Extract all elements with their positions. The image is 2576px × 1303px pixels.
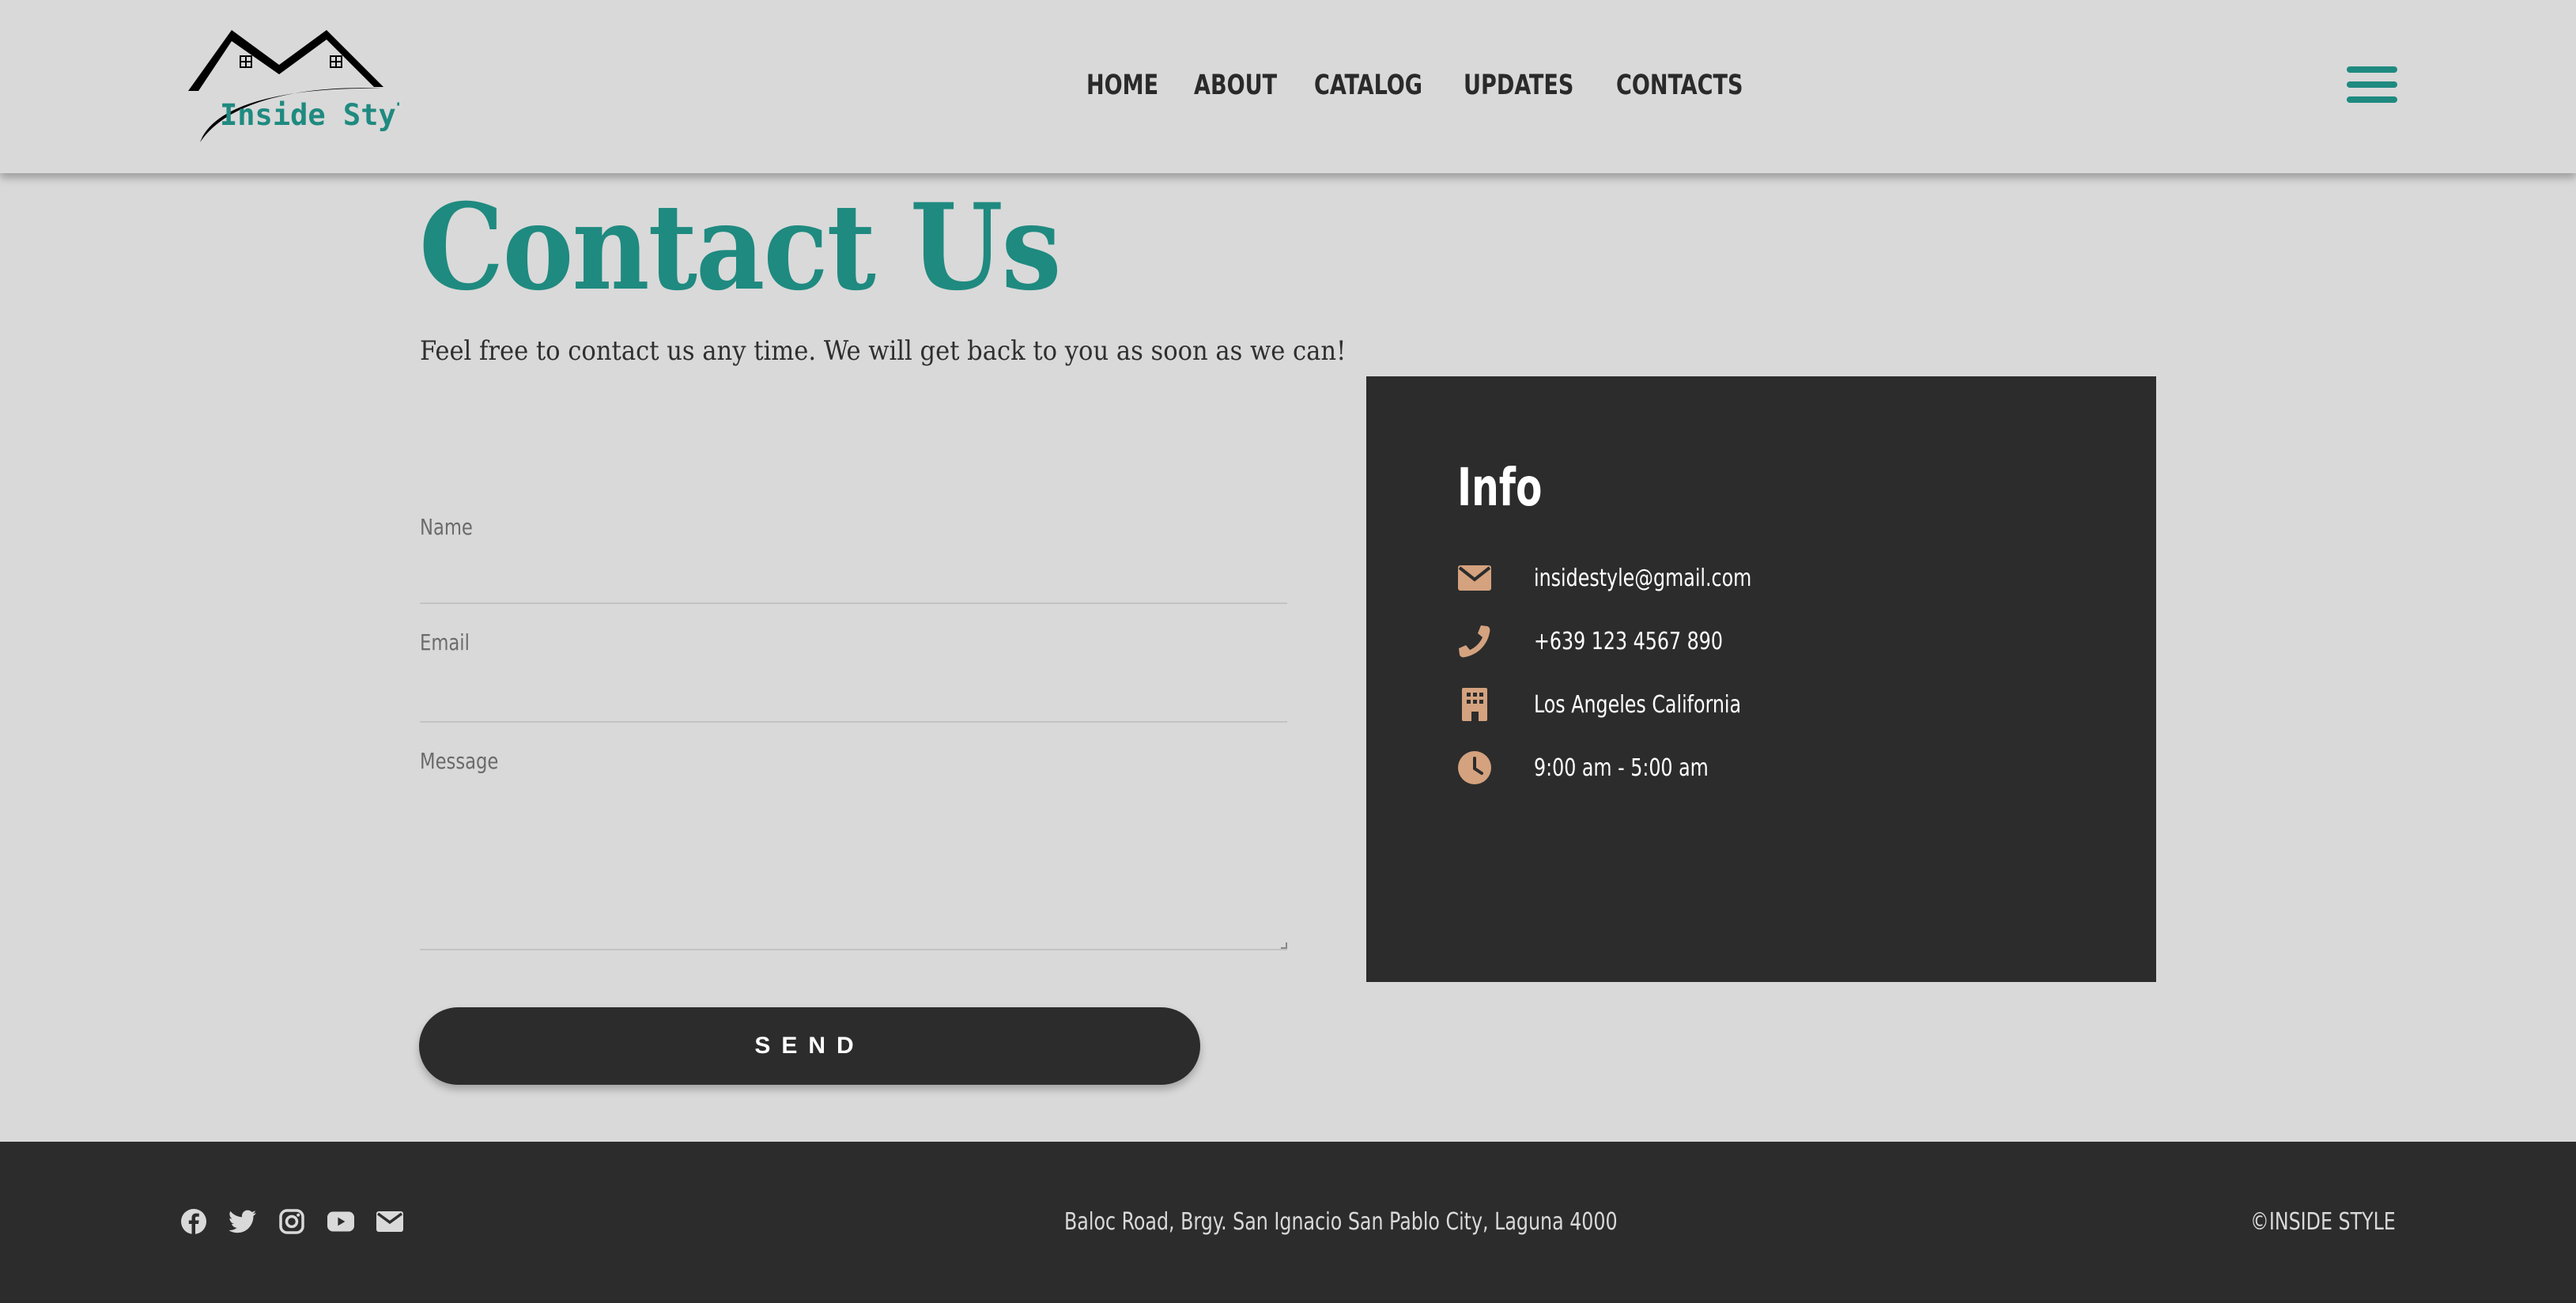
info-phone-text[interactable]: +639 123 4567 890	[1534, 628, 1723, 655]
info-heading: Info	[1457, 457, 1543, 518]
name-input[interactable]	[420, 540, 1290, 567]
nav-contacts[interactable]: CONTACTS	[1616, 70, 1743, 101]
nav-home[interactable]: HOME	[1086, 70, 1158, 101]
info-phone-row: +639 123 4567 890	[1457, 624, 1749, 659]
clock-icon	[1457, 750, 1492, 785]
nav-catalog[interactable]: CATALOG	[1314, 70, 1422, 101]
site-footer: Baloc Road, Brgy. San Ignacio San Pablo …	[0, 1142, 2576, 1303]
logo-text: Inside Style	[220, 98, 399, 132]
message-field[interactable]: Message	[420, 723, 1287, 950]
info-location-text: Los Angeles California	[1534, 690, 1742, 719]
email-label: Email	[420, 629, 470, 655]
name-label: Name	[420, 514, 473, 540]
youtube-icon[interactable]	[327, 1208, 354, 1235]
info-location-row: Los Angeles California	[1457, 687, 1770, 722]
hamburger-menu-icon[interactable]	[2347, 66, 2397, 108]
nav-updates[interactable]: UPDATES	[1464, 70, 1573, 101]
footer-copyright: ©INSIDE STYLE	[2250, 1208, 2396, 1236]
email-field[interactable]: Email	[420, 604, 1290, 723]
page-title: Contact Us	[419, 178, 1061, 317]
name-field[interactable]: Name	[420, 514, 1290, 604]
page-subtitle: Feel free to contact us any time. We wil…	[420, 335, 1347, 367]
send-button[interactable]: SEND	[419, 1007, 1200, 1085]
instagram-icon[interactable]	[278, 1208, 305, 1235]
social-links	[180, 1208, 403, 1235]
envelope-icon	[1457, 561, 1492, 595]
site-logo[interactable]: Inside Style	[184, 24, 431, 142]
envelope-icon[interactable]	[376, 1208, 403, 1235]
info-hours-row: 9:00 am - 5:00 am	[1457, 750, 1732, 785]
contact-form: Name Email Message	[420, 514, 1290, 950]
info-email-text[interactable]: insidestyle@gmail.com	[1534, 565, 1751, 592]
twitter-icon[interactable]	[229, 1208, 256, 1235]
email-input[interactable]	[420, 655, 1290, 682]
main-nav: HOME ABOUT CATALOG UPDATES CONTACTS	[1086, 70, 1763, 101]
facebook-icon[interactable]	[180, 1208, 207, 1235]
message-label: Message	[420, 748, 499, 774]
footer-address: Baloc Road, Brgy. San Ignacio San Pablo …	[1064, 1208, 1618, 1236]
site-header: Inside Style HOME ABOUT CATALOG UPDATES …	[0, 0, 2576, 173]
info-email-row: insidestyle@gmail.com	[1457, 561, 1781, 595]
info-hours-text: 9:00 am - 5:00 am	[1534, 753, 1709, 782]
phone-icon	[1457, 624, 1492, 659]
building-icon	[1457, 687, 1492, 722]
info-panel: Info insidestyle@gmail.com +639 123 4567…	[1366, 376, 2156, 982]
resize-handle[interactable]	[1281, 942, 1287, 949]
nav-about[interactable]: ABOUT	[1194, 70, 1277, 101]
house-logo-icon: Inside Style	[188, 30, 431, 142]
